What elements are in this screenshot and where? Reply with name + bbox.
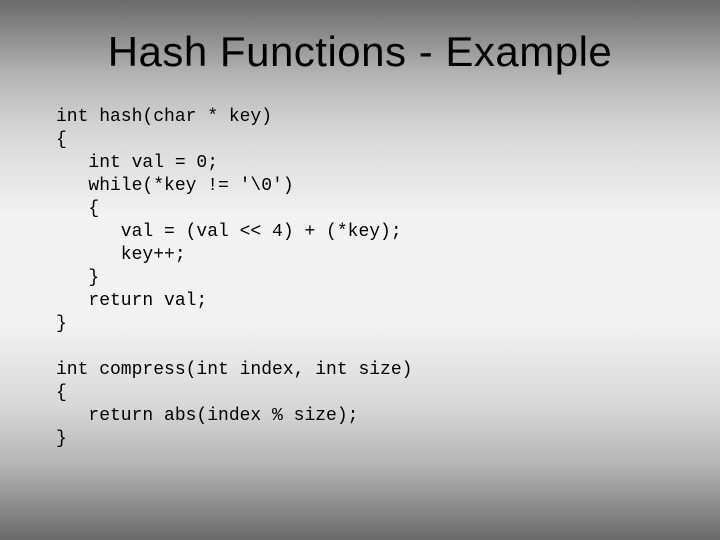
code-example: int hash(char * key) { int val = 0; whil… <box>0 106 720 451</box>
slide-title: Hash Functions - Example <box>0 0 720 106</box>
